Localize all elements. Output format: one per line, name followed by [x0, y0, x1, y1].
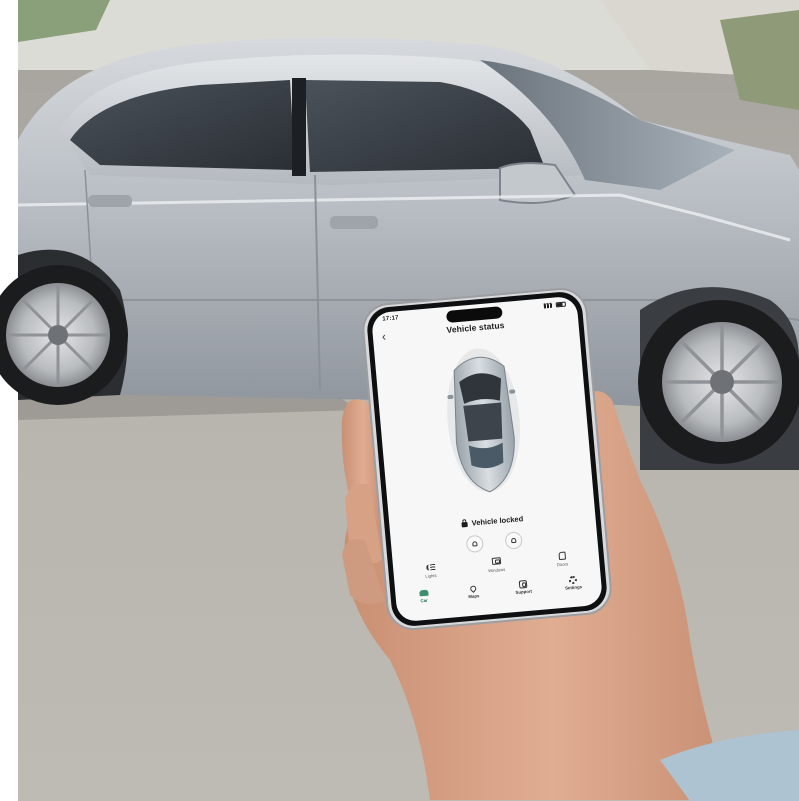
tab-settings[interactable]: Settings [552, 573, 595, 592]
gear-icon [568, 575, 578, 584]
unlock-button[interactable] [504, 531, 523, 550]
door-icon [557, 551, 566, 560]
battery-icon [555, 301, 566, 307]
status-time: 17:17 [382, 315, 400, 323]
lock-icon [472, 541, 478, 547]
support-icon [518, 579, 528, 589]
headlight-icon [425, 563, 435, 571]
vehicle-status-app-screen: 17:17 ‹ Vehicle status Vehicle locked Li… [368, 292, 607, 625]
signal-icon [543, 302, 554, 308]
doors-button[interactable]: Doors [541, 549, 582, 568]
lock-button[interactable] [465, 534, 485, 554]
map-pin-icon [468, 583, 478, 593]
window-icon [491, 557, 501, 565]
lights-button[interactable]: Lights [410, 561, 451, 580]
lock-status: Vehicle locked [386, 508, 598, 535]
feature-label: Lights [425, 572, 437, 579]
lock-status-label: Vehicle locked [471, 514, 524, 528]
car-icon [418, 589, 429, 596]
windows-button[interactable]: Windows [476, 555, 517, 574]
unlock-icon [510, 537, 517, 544]
tab-support[interactable]: Support [502, 578, 545, 597]
tab-car[interactable]: Car [402, 586, 445, 605]
tab-maps[interactable]: Maps [452, 582, 495, 601]
feature-label: Windows [488, 566, 506, 574]
lock-icon [461, 521, 468, 528]
feature-label: Doors [556, 561, 569, 568]
